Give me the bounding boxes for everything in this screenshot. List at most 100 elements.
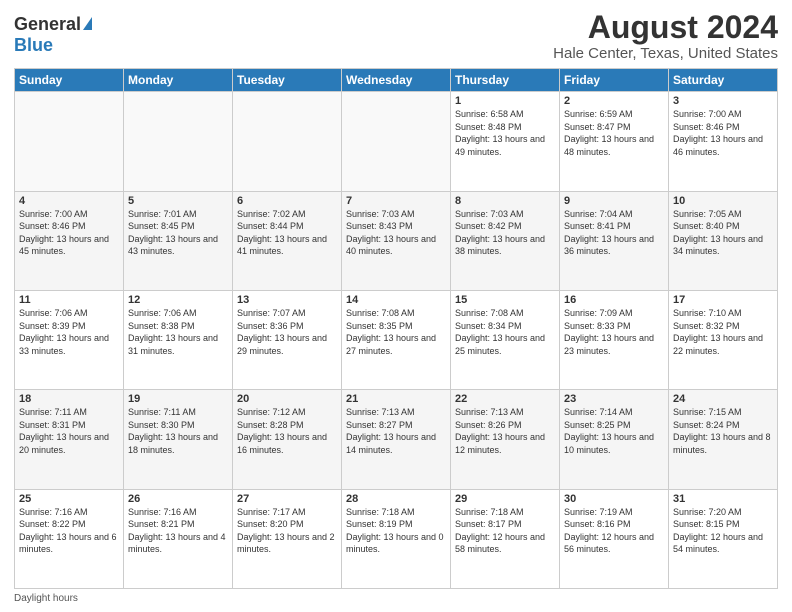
calendar-subtitle: Hale Center, Texas, United States <box>553 45 778 62</box>
calendar-header-row: Sunday Monday Tuesday Wednesday Thursday… <box>15 69 778 92</box>
day-info: Sunrise: 7:16 AMSunset: 8:22 PMDaylight:… <box>19 506 119 556</box>
calendar-cell-w1-d7: 3Sunrise: 7:00 AMSunset: 8:46 PMDaylight… <box>669 92 778 191</box>
calendar-week-1: 1Sunrise: 6:58 AMSunset: 8:48 PMDaylight… <box>15 92 778 191</box>
day-number: 20 <box>237 393 337 405</box>
day-number: 8 <box>455 195 555 207</box>
calendar-cell-w1-d2 <box>124 92 233 191</box>
day-info: Sunrise: 7:19 AMSunset: 8:16 PMDaylight:… <box>564 506 664 556</box>
day-number: 1 <box>455 95 555 107</box>
day-number: 14 <box>346 294 446 306</box>
calendar-cell-w3-d7: 17Sunrise: 7:10 AMSunset: 8:32 PMDayligh… <box>669 290 778 389</box>
day-info: Sunrise: 7:12 AMSunset: 8:28 PMDaylight:… <box>237 406 337 456</box>
calendar-cell-w1-d3 <box>233 92 342 191</box>
day-number: 23 <box>564 393 664 405</box>
day-info: Sunrise: 7:15 AMSunset: 8:24 PMDaylight:… <box>673 406 773 456</box>
day-info: Sunrise: 7:05 AMSunset: 8:40 PMDaylight:… <box>673 208 773 258</box>
day-info: Sunrise: 7:08 AMSunset: 8:35 PMDaylight:… <box>346 307 446 357</box>
calendar-week-5: 25Sunrise: 7:16 AMSunset: 8:22 PMDayligh… <box>15 489 778 588</box>
footer: Daylight hours <box>14 593 778 604</box>
day-number: 3 <box>673 95 773 107</box>
calendar-cell-w1-d5: 1Sunrise: 6:58 AMSunset: 8:48 PMDaylight… <box>451 92 560 191</box>
calendar-cell-w5-d3: 27Sunrise: 7:17 AMSunset: 8:20 PMDayligh… <box>233 489 342 588</box>
day-number: 19 <box>128 393 228 405</box>
day-number: 27 <box>237 493 337 505</box>
day-info: Sunrise: 7:06 AMSunset: 8:38 PMDaylight:… <box>128 307 228 357</box>
day-number: 29 <box>455 493 555 505</box>
header: General Blue August 2024 Hale Center, Te… <box>14 10 778 62</box>
calendar-cell-w3-d2: 12Sunrise: 7:06 AMSunset: 8:38 PMDayligh… <box>124 290 233 389</box>
day-info: Sunrise: 7:03 AMSunset: 8:42 PMDaylight:… <box>455 208 555 258</box>
daylight-label: Daylight hours <box>14 593 78 604</box>
calendar-week-3: 11Sunrise: 7:06 AMSunset: 8:39 PMDayligh… <box>15 290 778 389</box>
calendar-cell-w2-d6: 9Sunrise: 7:04 AMSunset: 8:41 PMDaylight… <box>560 191 669 290</box>
day-info: Sunrise: 7:13 AMSunset: 8:26 PMDaylight:… <box>455 406 555 456</box>
calendar-cell-w4-d2: 19Sunrise: 7:11 AMSunset: 8:30 PMDayligh… <box>124 390 233 489</box>
day-info: Sunrise: 7:18 AMSunset: 8:17 PMDaylight:… <box>455 506 555 556</box>
calendar-cell-w2-d2: 5Sunrise: 7:01 AMSunset: 8:45 PMDaylight… <box>124 191 233 290</box>
day-info: Sunrise: 6:59 AMSunset: 8:47 PMDaylight:… <box>564 108 664 158</box>
day-number: 9 <box>564 195 664 207</box>
day-number: 28 <box>346 493 446 505</box>
col-monday: Monday <box>124 69 233 92</box>
col-sunday: Sunday <box>15 69 124 92</box>
logo-general-text: General <box>14 14 81 35</box>
calendar-cell-w1-d6: 2Sunrise: 6:59 AMSunset: 8:47 PMDaylight… <box>560 92 669 191</box>
day-info: Sunrise: 7:02 AMSunset: 8:44 PMDaylight:… <box>237 208 337 258</box>
calendar-cell-w3-d6: 16Sunrise: 7:09 AMSunset: 8:33 PMDayligh… <box>560 290 669 389</box>
calendar-cell-w5-d7: 31Sunrise: 7:20 AMSunset: 8:15 PMDayligh… <box>669 489 778 588</box>
day-info: Sunrise: 7:03 AMSunset: 8:43 PMDaylight:… <box>346 208 446 258</box>
calendar-cell-w3-d1: 11Sunrise: 7:06 AMSunset: 8:39 PMDayligh… <box>15 290 124 389</box>
calendar-cell-w3-d4: 14Sunrise: 7:08 AMSunset: 8:35 PMDayligh… <box>342 290 451 389</box>
day-info: Sunrise: 7:08 AMSunset: 8:34 PMDaylight:… <box>455 307 555 357</box>
col-wednesday: Wednesday <box>342 69 451 92</box>
col-thursday: Thursday <box>451 69 560 92</box>
day-number: 5 <box>128 195 228 207</box>
day-info: Sunrise: 7:04 AMSunset: 8:41 PMDaylight:… <box>564 208 664 258</box>
day-number: 10 <box>673 195 773 207</box>
day-number: 26 <box>128 493 228 505</box>
calendar-cell-w1-d1 <box>15 92 124 191</box>
day-info: Sunrise: 7:13 AMSunset: 8:27 PMDaylight:… <box>346 406 446 456</box>
calendar-cell-w5-d6: 30Sunrise: 7:19 AMSunset: 8:16 PMDayligh… <box>560 489 669 588</box>
day-info: Sunrise: 7:16 AMSunset: 8:21 PMDaylight:… <box>128 506 228 556</box>
calendar-cell-w2-d5: 8Sunrise: 7:03 AMSunset: 8:42 PMDaylight… <box>451 191 560 290</box>
day-info: Sunrise: 7:17 AMSunset: 8:20 PMDaylight:… <box>237 506 337 556</box>
calendar-cell-w4-d3: 20Sunrise: 7:12 AMSunset: 8:28 PMDayligh… <box>233 390 342 489</box>
calendar-cell-w5-d2: 26Sunrise: 7:16 AMSunset: 8:21 PMDayligh… <box>124 489 233 588</box>
calendar-week-2: 4Sunrise: 7:00 AMSunset: 8:46 PMDaylight… <box>15 191 778 290</box>
day-info: Sunrise: 6:58 AMSunset: 8:48 PMDaylight:… <box>455 108 555 158</box>
calendar-cell-w4-d4: 21Sunrise: 7:13 AMSunset: 8:27 PMDayligh… <box>342 390 451 489</box>
day-number: 4 <box>19 195 119 207</box>
day-number: 12 <box>128 294 228 306</box>
calendar-cell-w5-d5: 29Sunrise: 7:18 AMSunset: 8:17 PMDayligh… <box>451 489 560 588</box>
day-info: Sunrise: 7:00 AMSunset: 8:46 PMDaylight:… <box>673 108 773 158</box>
calendar-cell-w4-d6: 23Sunrise: 7:14 AMSunset: 8:25 PMDayligh… <box>560 390 669 489</box>
day-info: Sunrise: 7:07 AMSunset: 8:36 PMDaylight:… <box>237 307 337 357</box>
day-number: 31 <box>673 493 773 505</box>
day-number: 16 <box>564 294 664 306</box>
day-info: Sunrise: 7:09 AMSunset: 8:33 PMDaylight:… <box>564 307 664 357</box>
calendar-cell-w1-d4 <box>342 92 451 191</box>
day-info: Sunrise: 7:11 AMSunset: 8:31 PMDaylight:… <box>19 406 119 456</box>
calendar-cell-w5-d4: 28Sunrise: 7:18 AMSunset: 8:19 PMDayligh… <box>342 489 451 588</box>
calendar-page: General Blue August 2024 Hale Center, Te… <box>0 0 792 612</box>
day-info: Sunrise: 7:11 AMSunset: 8:30 PMDaylight:… <box>128 406 228 456</box>
calendar-week-4: 18Sunrise: 7:11 AMSunset: 8:31 PMDayligh… <box>15 390 778 489</box>
day-info: Sunrise: 7:18 AMSunset: 8:19 PMDaylight:… <box>346 506 446 556</box>
day-number: 25 <box>19 493 119 505</box>
day-number: 7 <box>346 195 446 207</box>
calendar-cell-w4-d5: 22Sunrise: 7:13 AMSunset: 8:26 PMDayligh… <box>451 390 560 489</box>
calendar-title: August 2024 <box>553 10 778 45</box>
day-number: 15 <box>455 294 555 306</box>
day-info: Sunrise: 7:14 AMSunset: 8:25 PMDaylight:… <box>564 406 664 456</box>
day-number: 22 <box>455 393 555 405</box>
day-number: 30 <box>564 493 664 505</box>
logo-blue-text: Blue <box>14 35 53 55</box>
col-tuesday: Tuesday <box>233 69 342 92</box>
day-info: Sunrise: 7:06 AMSunset: 8:39 PMDaylight:… <box>19 307 119 357</box>
title-block: August 2024 Hale Center, Texas, United S… <box>553 10 778 62</box>
calendar-cell-w5-d1: 25Sunrise: 7:16 AMSunset: 8:22 PMDayligh… <box>15 489 124 588</box>
col-saturday: Saturday <box>669 69 778 92</box>
calendar-cell-w4-d7: 24Sunrise: 7:15 AMSunset: 8:24 PMDayligh… <box>669 390 778 489</box>
day-info: Sunrise: 7:00 AMSunset: 8:46 PMDaylight:… <box>19 208 119 258</box>
